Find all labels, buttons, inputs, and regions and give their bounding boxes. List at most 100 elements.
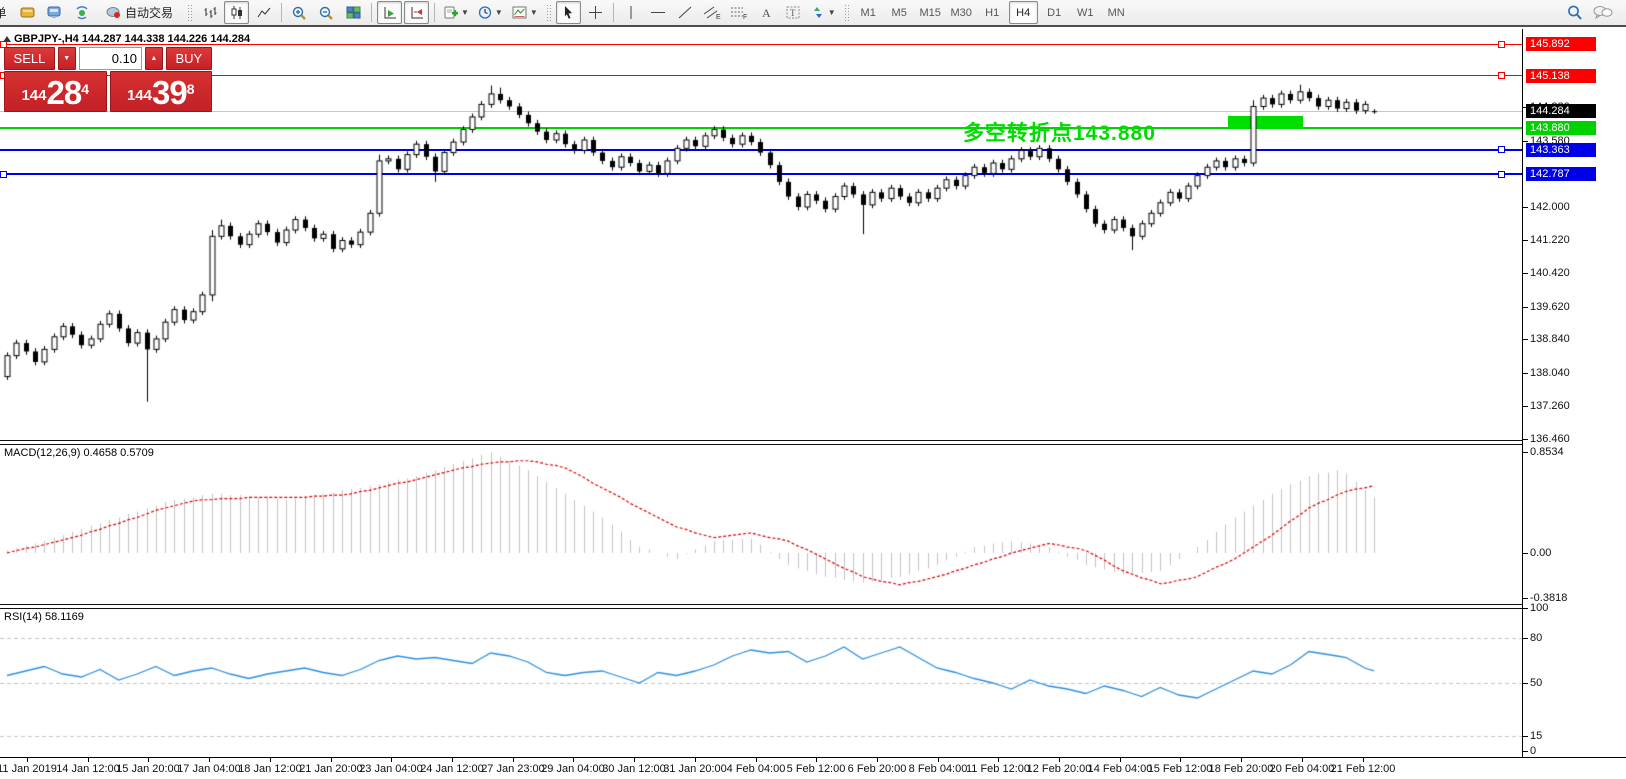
sell-button[interactable]: SELL <box>4 47 55 70</box>
cursor-button[interactable] <box>556 1 581 24</box>
rsi-canvas[interactable] <box>0 608 1522 757</box>
signals-button[interactable] <box>69 1 94 24</box>
time-axis-label: 15 Jan 20:00 <box>116 763 180 775</box>
time-axis-label: 18 Feb 20:00 <box>1209 763 1274 775</box>
chart-text-annotation[interactable]: 多空转折点143.880 <box>963 117 1156 147</box>
volume-decrease-button[interactable]: ▼ <box>58 47 76 70</box>
line-handle[interactable] <box>1498 146 1505 153</box>
toolbar-divider <box>434 3 435 22</box>
tile-windows-button[interactable] <box>341 1 366 24</box>
volume-increase-button[interactable]: ▲ <box>145 47 163 70</box>
panel-separator[interactable] <box>0 604 1626 609</box>
line-handle[interactable] <box>1498 72 1505 79</box>
crosshair-button[interactable] <box>583 1 608 24</box>
axis-tick-mark <box>1523 553 1528 554</box>
time-axis-label: 31 Jan 20:00 <box>663 763 727 775</box>
triangle-up-icon: ▲ <box>150 55 157 62</box>
chart-title: GBPJPY-,H4 144.287 144.338 144.226 144.2… <box>14 33 250 45</box>
time-axis-label: 6 Feb 20:00 <box>848 763 907 775</box>
text-label-button[interactable]: T <box>781 1 806 24</box>
text-icon: A <box>759 5 773 20</box>
price-badge-143.880: 143.880 <box>1526 121 1596 135</box>
line-handle[interactable] <box>0 171 7 178</box>
new-order-button[interactable]: 单 <box>0 1 13 24</box>
horizontal-line-icon <box>650 5 666 20</box>
auto-scroll-button[interactable] <box>377 1 402 24</box>
rsi-tick-label: 100 <box>1530 602 1548 614</box>
time-axis-label: 8 Feb 04:00 <box>909 763 968 775</box>
price-axis[interactable]: 144.380143.580142.000141.220140.420139.6… <box>1522 29 1626 757</box>
timeframe-button-M15[interactable]: M15 <box>916 1 945 24</box>
mt4-window: { "toolbar": { "new_order_fragment": "单"… <box>0 0 1626 778</box>
axis-tick-mark <box>1523 339 1528 340</box>
arrows-button[interactable]: ▼ <box>808 1 839 24</box>
axis-tick-mark <box>1523 373 1528 374</box>
timeframe-button-M5[interactable]: M5 <box>885 1 914 24</box>
vertical-line-button[interactable] <box>619 1 644 24</box>
price-badge-144.284: 144.284 <box>1526 104 1596 118</box>
price-tick-label: 136.460 <box>1530 433 1570 445</box>
panel-separator[interactable] <box>0 440 1626 445</box>
one-click-collapse-arrow[interactable] <box>3 36 11 42</box>
toolbar-divider <box>371 3 372 22</box>
time-axis[interactable]: 11 Jan 201914 Jan 12:0015 Jan 20:0017 Ja… <box>0 757 1626 779</box>
chat-icon[interactable] <box>1592 4 1614 21</box>
time-tick-mark <box>331 758 332 762</box>
line-chart-button[interactable] <box>251 1 276 24</box>
axis-tick-mark <box>1523 608 1528 609</box>
chart-shift-button[interactable] <box>404 1 429 24</box>
line-handle[interactable] <box>1498 171 1505 178</box>
buy-price-point: 8 <box>187 74 195 104</box>
market-watch-icon-button[interactable] <box>15 1 40 24</box>
volume-input[interactable]: 0.10 <box>79 47 143 70</box>
price-chart-canvas[interactable] <box>0 29 1522 441</box>
zoom-out-button[interactable] <box>314 1 339 24</box>
time-tick-mark <box>1180 758 1181 762</box>
text-button[interactable]: A <box>754 1 779 24</box>
buy-price-pips: 39 <box>152 76 187 109</box>
time-tick-mark <box>1059 758 1060 762</box>
search-icon[interactable] <box>1566 4 1584 21</box>
periods-button[interactable]: ▼ <box>474 1 506 24</box>
zoom-in-icon <box>291 5 308 21</box>
signal-icon <box>74 5 90 20</box>
time-tick-mark <box>816 758 817 762</box>
chart-area: GBPJPY-,H4 144.287 144.338 144.226 144.2… <box>0 29 1626 778</box>
timeframe-button-M30[interactable]: M30 <box>947 1 976 24</box>
bar-chart-button[interactable] <box>197 1 222 24</box>
price-tick-label: 142.000 <box>1530 201 1570 213</box>
autotrading-button[interactable]: 自动交易 <box>96 1 182 24</box>
axis-tick-mark <box>1523 240 1528 241</box>
macd-canvas[interactable] <box>0 444 1522 605</box>
zoom-in-button[interactable] <box>287 1 312 24</box>
axis-tick-mark <box>1523 736 1528 737</box>
time-axis-label: 14 Feb 04:00 <box>1088 763 1153 775</box>
horizontal-line-button[interactable] <box>646 1 671 24</box>
price-tick-label: 137.260 <box>1530 400 1570 412</box>
time-axis-label: 5 Feb 12:00 <box>787 763 846 775</box>
trendline-button[interactable] <box>673 1 698 24</box>
timeframe-button-H4[interactable]: H4 <box>1009 1 1038 24</box>
timeframe-button-W1[interactable]: W1 <box>1071 1 1100 24</box>
data-window-button[interactable] <box>42 1 67 24</box>
time-tick-mark <box>391 758 392 762</box>
buy-price-button[interactable]: 144398 <box>110 71 213 112</box>
line-handle[interactable] <box>1498 41 1505 48</box>
buy-button-label: BUY <box>175 51 202 66</box>
timeframe-button-D1[interactable]: D1 <box>1040 1 1069 24</box>
timeframe-button-MN[interactable]: MN <box>1102 1 1131 24</box>
timeframe-button-M1[interactable]: M1 <box>854 1 883 24</box>
indicators-button[interactable]: ▼ <box>440 1 472 24</box>
sell-price-button[interactable]: 144284 <box>4 71 107 112</box>
sell-price-pips: 28 <box>47 76 82 109</box>
fibonacci-button[interactable]: F <box>727 1 752 24</box>
time-tick-mark <box>513 758 514 762</box>
templates-button[interactable]: ▼ <box>508 1 541 24</box>
candlestick-chart-button[interactable] <box>224 1 249 24</box>
equidistant-channel-button[interactable]: E <box>700 1 725 24</box>
sell-price-big-figure: 144 <box>21 83 46 109</box>
price-tick-label: 138.840 <box>1530 333 1570 345</box>
timeframe-button-H1[interactable]: H1 <box>978 1 1007 24</box>
toolbar-grip <box>546 4 551 22</box>
buy-button[interactable]: BUY <box>166 47 212 70</box>
